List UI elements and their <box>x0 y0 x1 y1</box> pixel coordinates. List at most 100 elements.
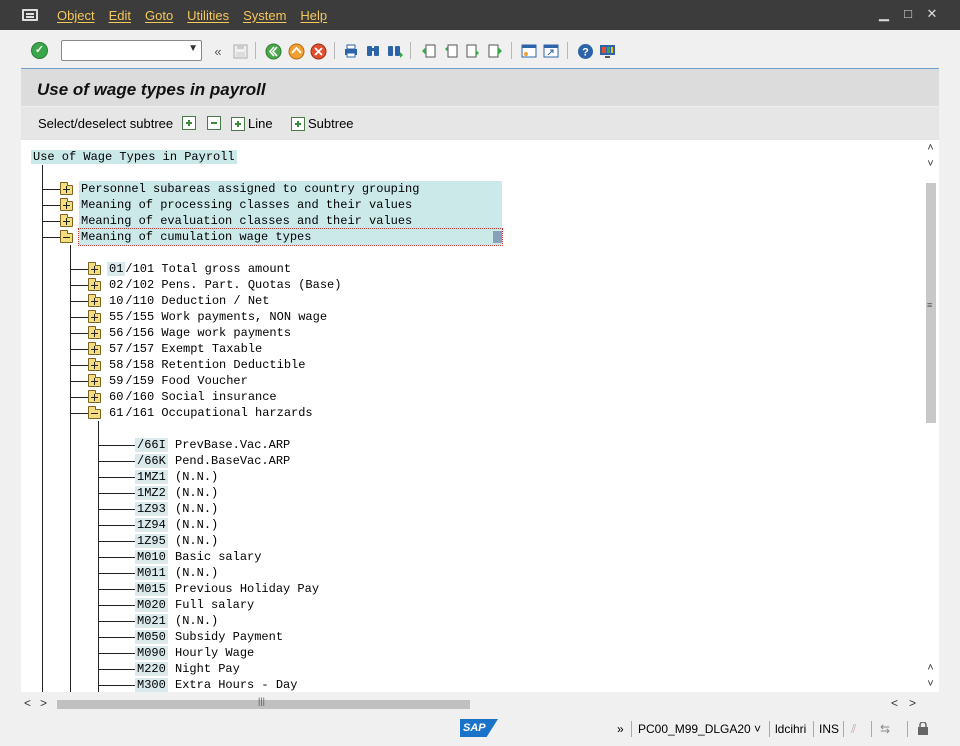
help-icon[interactable]: ? <box>576 42 594 60</box>
menu-object[interactable]: Object <box>57 8 95 23</box>
tree-node[interactable]: 59/159 Food Voucher <box>107 373 248 389</box>
minimize-icon[interactable]: ▁ <box>878 6 890 22</box>
first-page-icon[interactable] <box>420 42 438 60</box>
tree-leaf[interactable]: M015 Previous Holiday Pay <box>135 581 319 597</box>
tree-leaf[interactable]: /66I PrevBase.Vac.ARP <box>135 437 290 453</box>
chevron-down-icon[interactable]: ▼ <box>188 43 198 54</box>
folder-icon[interactable] <box>88 310 101 323</box>
system-dropdown-icon[interactable]: ˅ <box>754 722 761 736</box>
tree-node[interactable]: Personnel subareas assigned to country g… <box>79 181 502 197</box>
tree-node[interactable]: Meaning of processing classes and their … <box>79 197 502 213</box>
tree-node-selected[interactable]: Meaning of cumulation wage types <box>78 228 503 246</box>
folder-icon[interactable] <box>88 374 101 387</box>
tree-node[interactable]: Meaning of evaluation classes and their … <box>79 213 502 229</box>
wage-type-label: Night Pay <box>175 662 240 676</box>
folder-icon[interactable] <box>88 358 101 371</box>
menu-system[interactable]: System <box>243 8 286 23</box>
expand-subtree-button[interactable] <box>182 116 196 130</box>
scroll-far-right-icon[interactable]: > <box>909 696 916 710</box>
scroll-up-icon[interactable]: ˅ <box>922 158 939 170</box>
tree-leaf[interactable]: /66K Pend.BaseVac.ARP <box>135 453 290 469</box>
vertical-scrollbar[interactable]: ˄ ˅ ≡ ˄ ˅ <box>922 140 939 694</box>
shortcut-icon[interactable] <box>542 42 560 60</box>
tree-leaf[interactable]: M021 (N.N.) <box>135 613 218 629</box>
folder-icon[interactable] <box>88 262 101 275</box>
menu-utilities[interactable]: Utilities <box>187 8 229 23</box>
folder-icon[interactable] <box>88 342 101 355</box>
command-field[interactable]: ▼ <box>61 40 202 61</box>
menu-help[interactable]: Help <box>300 8 327 23</box>
subtree-button[interactable]: Subtree <box>291 116 354 131</box>
scroll-right-icon[interactable]: > <box>40 696 47 710</box>
tree-node[interactable]: 01/101 Total gross amount <box>107 261 291 277</box>
collapse-icon[interactable]: « <box>209 42 227 60</box>
wage-type-label: Pend.BaseVac.ARP <box>175 454 291 468</box>
tree-leaf[interactable]: M011 (N.N.) <box>135 565 218 581</box>
last-page-icon[interactable] <box>486 42 504 60</box>
scroll-top-icon[interactable]: ˄ <box>922 142 939 154</box>
tree-node[interactable]: 60/160 Social insurance <box>107 389 277 405</box>
find-next-icon[interactable] <box>386 42 404 60</box>
cancel-icon[interactable] <box>309 42 327 60</box>
create-session-icon[interactable] <box>520 42 538 60</box>
tree-leaf[interactable]: 1Z94 (N.N.) <box>135 517 218 533</box>
folder-icon[interactable] <box>88 390 101 403</box>
back-icon[interactable] <box>264 42 282 60</box>
folder-icon[interactable] <box>60 214 73 227</box>
tree-leaf[interactable]: M020 Full salary <box>135 597 254 613</box>
folder-icon[interactable] <box>88 326 101 339</box>
print-icon[interactable] <box>342 42 360 60</box>
menu-goto[interactable]: Goto <box>145 8 173 23</box>
find-icon[interactable] <box>364 42 382 60</box>
scroll-far-left-icon[interactable]: < <box>891 696 898 710</box>
tree-leaf[interactable]: M050 Subsidy Payment <box>135 629 283 645</box>
enter-icon[interactable]: ✓ <box>31 42 48 59</box>
tree-leaf[interactable]: M220 Night Pay <box>135 661 240 677</box>
next-page-icon[interactable] <box>464 42 482 60</box>
tree-node[interactable]: 10/110 Deduction / Net <box>107 293 269 309</box>
tree-leaf[interactable]: M010 Basic salary <box>135 549 261 565</box>
menu-edit[interactable]: Edit <box>109 8 131 23</box>
tree-node[interactable]: 57/157 Exempt Taxable <box>107 341 262 357</box>
folder-icon[interactable] <box>88 294 101 307</box>
collapse-subtree-button[interactable] <box>207 116 221 130</box>
folder-icon[interactable] <box>88 278 101 291</box>
save-icon[interactable] <box>231 42 249 60</box>
tree-leaf[interactable]: 1MZ2 (N.N.) <box>135 485 218 501</box>
customize-layout-icon[interactable] <box>598 42 616 60</box>
folder-open-icon[interactable] <box>60 230 73 243</box>
folder-icon[interactable] <box>60 198 73 211</box>
previous-page-icon[interactable] <box>442 42 460 60</box>
tree-leaf[interactable]: 1MZ1 (N.N.) <box>135 469 218 485</box>
system-info[interactable]: PC00_M99_DLGA20 <box>638 722 751 736</box>
lock-icon[interactable] <box>917 721 929 738</box>
tree-leaf[interactable]: 1Z93 (N.N.) <box>135 501 218 517</box>
folder-icon[interactable] <box>60 182 73 195</box>
tree-node[interactable]: 02/102 Pens. Part. Quotas (Base) <box>107 277 341 293</box>
maximize-icon[interactable]: □ <box>902 6 914 22</box>
input-mode[interactable]: INS <box>819 722 839 736</box>
tree-node[interactable]: 58/158 Retention Deductible <box>107 357 305 373</box>
exit-icon[interactable] <box>287 42 305 60</box>
wage-type-key: M010 <box>135 550 168 564</box>
close-icon[interactable]: ✕ <box>926 6 938 22</box>
wage-type-key: M015 <box>135 582 168 596</box>
scroll-down-icon[interactable]: ˄ <box>922 662 939 674</box>
select-deselect-subtree-button[interactable]: Select/deselect subtree <box>38 116 173 131</box>
tree-node[interactable]: 56/156 Wage work payments <box>107 325 291 341</box>
folder-open-icon[interactable] <box>88 406 101 419</box>
app-menu-icon[interactable] <box>22 9 38 21</box>
tree-node[interactable]: 61/161 Occupational harzards <box>107 405 313 421</box>
wage-type-label: Subsidy Payment <box>175 630 284 644</box>
tree-leaf[interactable]: M090 Hourly Wage <box>135 645 254 661</box>
tree-root[interactable]: Use of Wage Types in Payroll <box>31 149 237 165</box>
horizontal-scrollbar[interactable]: < > ||| < > <box>21 696 939 712</box>
tree-leaf[interactable]: 1Z95 (N.N.) <box>135 533 218 549</box>
screen-title-bar: Use of wage types in payroll <box>21 68 939 106</box>
scroll-bottom-icon[interactable]: ˅ <box>922 678 939 690</box>
scroll-left-icon[interactable]: < <box>24 696 31 710</box>
line-button[interactable]: Line <box>231 116 273 131</box>
tree-node[interactable]: 55/155 Work payments, NON wage <box>107 309 327 325</box>
status-expand-icon[interactable]: » <box>617 722 624 736</box>
tree-leaf[interactable]: M300 Extra Hours - Day <box>135 677 297 692</box>
